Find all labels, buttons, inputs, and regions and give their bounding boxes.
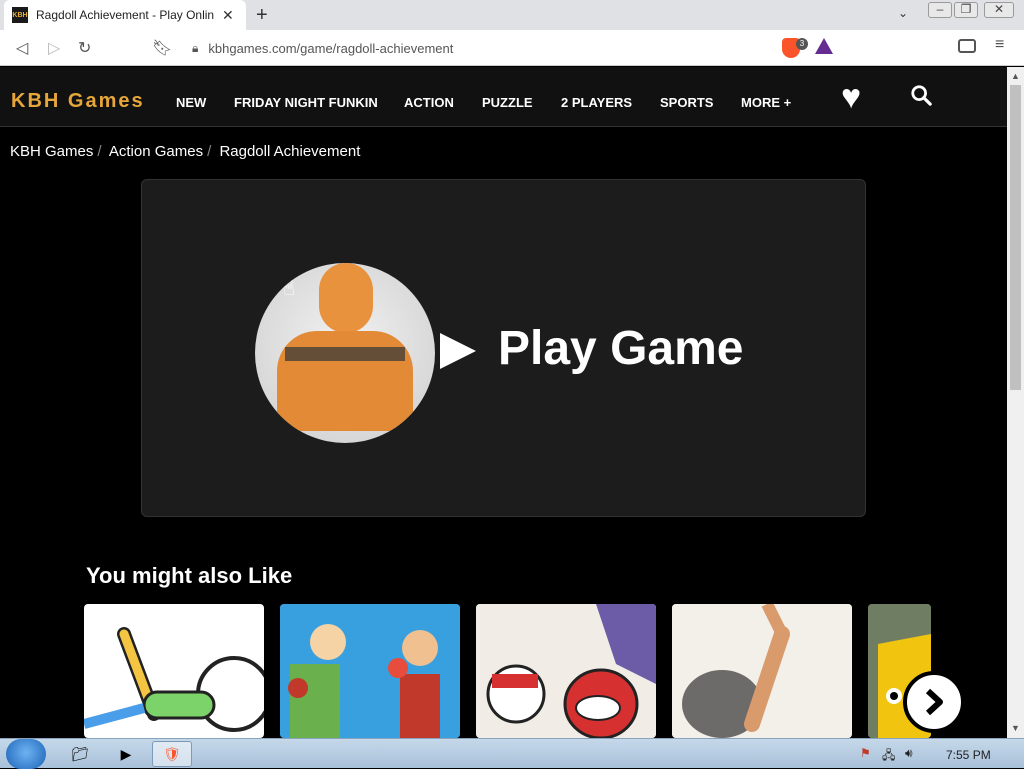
action-center-flag-icon[interactable]: ⚑	[860, 746, 871, 760]
chevron-right-icon	[925, 688, 943, 716]
restore-window-icon[interactable]: ❐	[954, 2, 978, 18]
game-card[interactable]	[280, 604, 460, 738]
nav-item-puzzle[interactable]: PUZZLE	[482, 95, 533, 110]
windows-taskbar: 📁︎ ▶ 🛡︎ ⚑ 🖧︎ 🔊︎ 7:55 PM	[0, 738, 1024, 769]
breadcrumb: KBH Games / Action Games / Ragdoll Achieve…	[10, 143, 360, 160]
browser-tab[interactable]: KBH Ragdoll Achievement - Play Onlin ✕	[4, 0, 246, 30]
scroll-up-icon[interactable]: ▲	[1011, 71, 1020, 81]
scrollbar-thumb[interactable]	[1010, 85, 1021, 390]
browser-toolbar: ◁ ▷ ↻ 🔖︎ 🔒︎ kbhgames.com/game/ragdoll-ac…	[0, 30, 1024, 66]
ragdoll-body	[277, 331, 413, 431]
address-bar[interactable]: 🔒︎ kbhgames.com/game/ragdoll-achievement	[180, 35, 840, 61]
nav-item-2-players[interactable]: 2 PLAYERS	[561, 95, 632, 110]
game-player[interactable]: Play Game	[141, 179, 866, 517]
nav-item-new[interactable]: NEW	[176, 95, 206, 110]
taskbar-clock[interactable]: 7:55 PM	[946, 748, 991, 762]
nav-item-friday-night-funkin[interactable]: FRIDAY NIGHT FUNKIN	[234, 95, 378, 110]
brave-shields-badge: 3	[796, 38, 808, 50]
bookmark-icon[interactable]: 🔖︎	[152, 38, 172, 58]
close-tab-icon[interactable]: ✕	[222, 7, 234, 24]
scroll-down-icon[interactable]: ▼	[1011, 723, 1020, 733]
site-header: KBH Games NEW FRIDAY NIGHT FUNKIN ACTION…	[0, 67, 1007, 127]
game-card[interactable]	[476, 604, 656, 738]
new-tab-icon[interactable]: +	[256, 4, 268, 27]
nav-item-more[interactable]: MORE +	[741, 95, 791, 110]
browser-tab-strip: KBH Ragdoll Achievement - Play Onlin ✕ +…	[0, 0, 1024, 30]
minimize-window-icon[interactable]: –	[928, 2, 952, 18]
url-text[interactable]: kbhgames.com/game/ragdoll-achievement	[208, 41, 453, 56]
favorites-heart-icon[interactable]: ♥	[841, 80, 861, 114]
reload-icon[interactable]: ↻	[78, 38, 91, 58]
game-thumbnail[interactable]	[255, 263, 435, 443]
nav-item-sports[interactable]: SPORTS	[660, 95, 713, 110]
hand-cursor-icon: ☝︎	[283, 278, 296, 300]
media-player-icon[interactable]: ▶	[106, 741, 146, 767]
brave-browser-taskbar-icon[interactable]: 🛡︎	[152, 741, 192, 767]
game-card[interactable]	[84, 604, 264, 738]
tab-search-chevron-icon[interactable]: ⌄	[898, 6, 908, 20]
game-card[interactable]	[672, 604, 852, 738]
breadcrumb-separator: /	[207, 143, 212, 160]
ragdoll-head	[319, 263, 373, 333]
breadcrumb-home[interactable]: KBH Games	[10, 143, 93, 160]
browser-menu-icon[interactable]: ≡	[995, 36, 1004, 54]
breadcrumb-separator: /	[97, 143, 102, 160]
back-icon[interactable]: ◁	[16, 38, 28, 58]
brave-rewards-icon[interactable]	[815, 38, 833, 54]
breadcrumb-category[interactable]: Action Games	[109, 143, 203, 160]
wallet-icon[interactable]	[958, 39, 976, 53]
forward-icon[interactable]: ▷	[48, 38, 60, 58]
start-button[interactable]	[6, 739, 46, 769]
site-logo[interactable]: KBH Games	[11, 90, 145, 113]
volume-icon[interactable]: 🔊︎	[905, 746, 913, 761]
tab-title: Ragdoll Achievement - Play Onlin	[36, 8, 215, 22]
ragdoll-strap	[285, 347, 405, 361]
play-game-button[interactable]: Play Game	[498, 321, 743, 376]
carousel-next-button[interactable]	[903, 671, 965, 733]
play-icon[interactable]	[440, 333, 476, 369]
page-scrollbar[interactable]: ▲ ▼	[1007, 67, 1024, 738]
network-icon[interactable]: 🖧︎	[882, 746, 895, 767]
lock-icon[interactable]: 🔒︎	[192, 41, 198, 56]
search-icon[interactable]	[910, 84, 932, 106]
close-window-icon[interactable]: ✕	[984, 2, 1014, 18]
breadcrumb-current: Ragdoll Achievement	[219, 143, 361, 160]
nav-item-action[interactable]: ACTION	[404, 95, 454, 110]
site-favicon: KBH	[12, 7, 28, 23]
related-section-title: You might also Like	[86, 563, 293, 588]
file-explorer-icon[interactable]: 📁︎	[60, 741, 100, 767]
